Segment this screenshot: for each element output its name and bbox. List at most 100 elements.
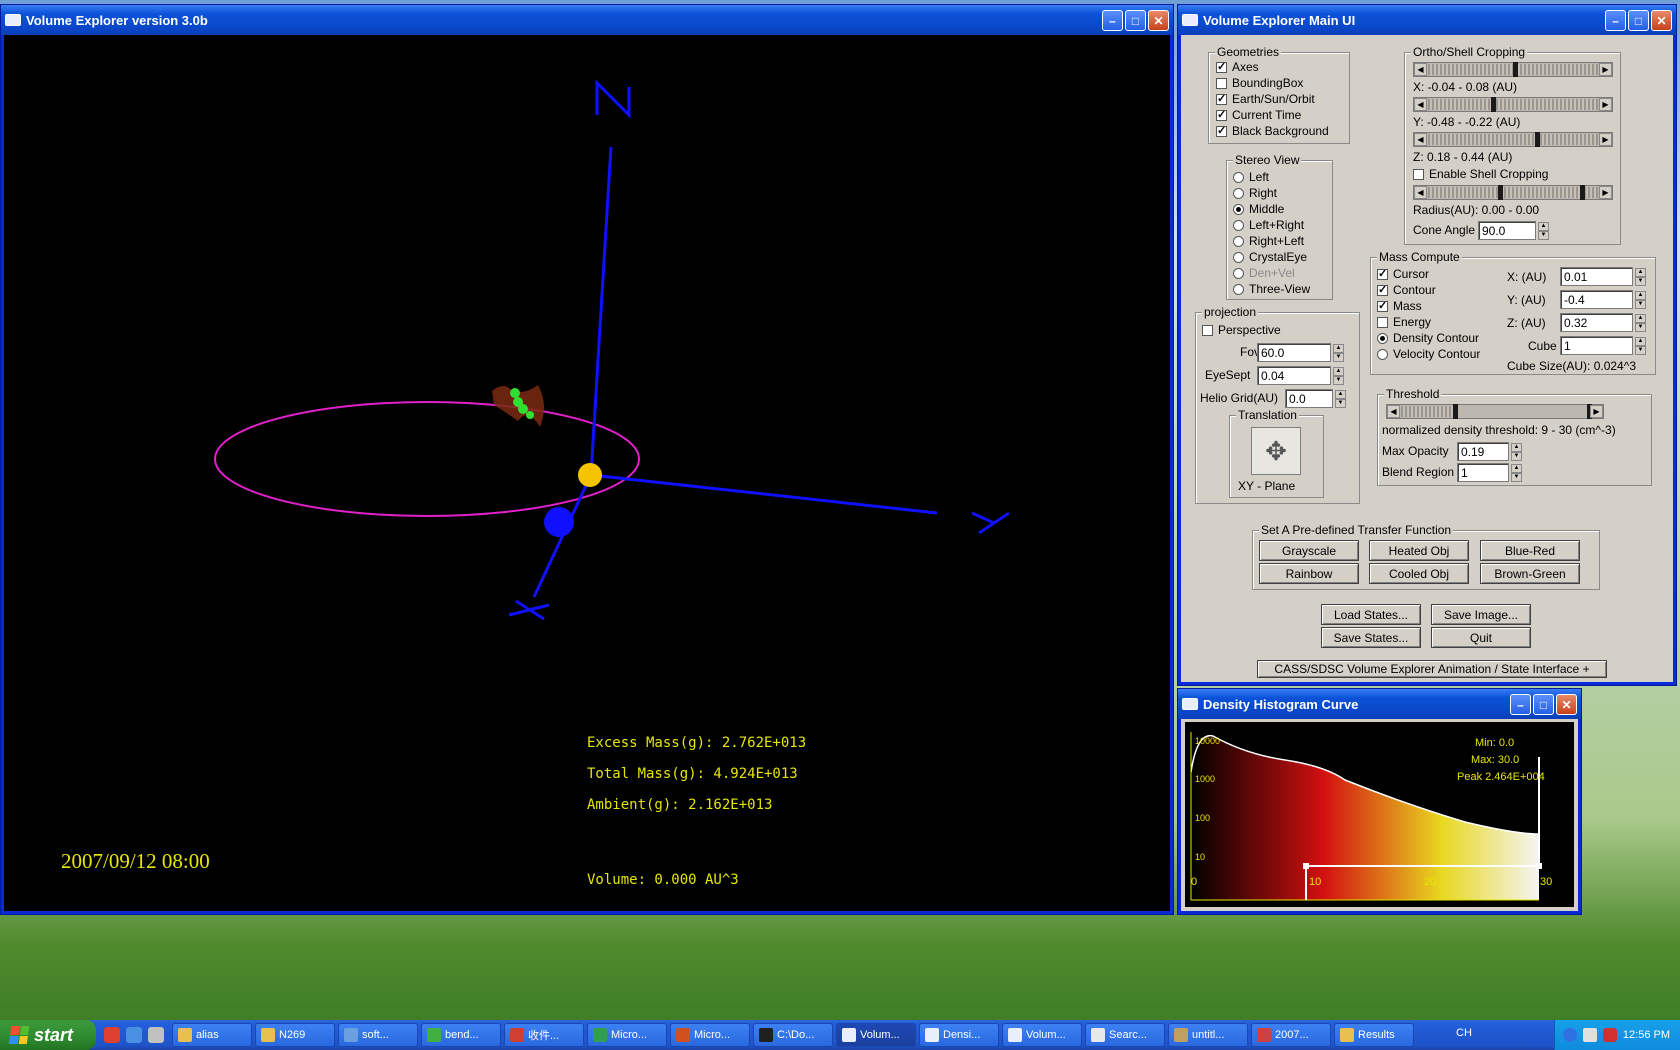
maximize-button[interactable]: □ (1628, 10, 1649, 31)
slider-knob[interactable] (1513, 62, 1518, 77)
arrow-right-icon[interactable]: ▶ (1599, 98, 1612, 111)
density-contour-radio[interactable]: Density Contour (1377, 331, 1479, 345)
velocity-contour-radio[interactable]: Velocity Contour (1377, 347, 1480, 361)
viewer-titlebar[interactable]: Volume Explorer version 3.0b – □ ✕ (1, 5, 1173, 35)
task-button[interactable]: soft... (338, 1023, 418, 1047)
cone-angle-spinner[interactable]: ▲ ▼ (1538, 222, 1549, 240)
security-shield-icon[interactable] (1602, 1028, 1617, 1042)
geom-boundingbox-checkbox[interactable]: BoundingBox (1216, 76, 1303, 90)
radius-slider[interactable]: ◀ ▶ (1413, 185, 1613, 200)
task-button[interactable]: C:\Do... (753, 1023, 833, 1047)
arrow-right-icon[interactable]: ▶ (1599, 133, 1612, 146)
translation-pad[interactable]: ✥ (1251, 427, 1301, 475)
ie-icon[interactable] (126, 1027, 142, 1043)
minimize-button[interactable]: – (1510, 694, 1531, 715)
cooled-obj-button[interactable]: Cooled Obj (1369, 563, 1469, 584)
geom-earth-sun-orbit-checkbox[interactable]: Earth/Sun/Orbit (1216, 92, 1315, 106)
arrow-left-icon[interactable]: ◀ (1387, 405, 1400, 418)
clock[interactable]: 12:56 PM (1623, 1029, 1670, 1041)
helio-grid-spinner[interactable]: ▲ ▼ (1335, 390, 1346, 408)
slider-knob[interactable] (1491, 97, 1496, 112)
close-button[interactable]: ✕ (1148, 10, 1169, 31)
max-opacity-input[interactable] (1457, 442, 1509, 461)
z-crop-slider[interactable]: ◀ ▶ (1413, 132, 1613, 147)
brown-green-button[interactable]: Brown-Green (1480, 563, 1580, 584)
mass-y-spinner[interactable]: ▲ ▼ (1635, 291, 1646, 309)
cube-input[interactable] (1560, 336, 1633, 355)
close-button[interactable]: ✕ (1651, 10, 1672, 31)
blue-red-button[interactable]: Blue-Red (1480, 540, 1580, 561)
stereo-three-view-radio[interactable]: Three-View (1233, 282, 1310, 296)
stereo-right-left-radio[interactable]: Right+Left (1233, 234, 1304, 248)
mass-z-spinner[interactable]: ▲ ▼ (1635, 314, 1646, 332)
helio-grid-input[interactable] (1285, 389, 1333, 408)
fov-spinner[interactable]: ▲ ▼ (1333, 344, 1344, 362)
geom-current-time-checkbox[interactable]: Current Time (1216, 108, 1301, 122)
task-button[interactable]: 收件... (504, 1023, 584, 1047)
network-icon[interactable] (1562, 1028, 1577, 1042)
language-indicator[interactable]: CH (1456, 1027, 1472, 1039)
eyesept-spinner[interactable]: ▲ ▼ (1333, 367, 1344, 385)
arrow-right-icon[interactable]: ▶ (1590, 405, 1603, 418)
mass-mass-checkbox[interactable]: Mass (1377, 299, 1422, 313)
stereo-right-radio[interactable]: Right (1233, 186, 1277, 200)
task-button[interactable]: Micro... (587, 1023, 667, 1047)
y-crop-slider[interactable]: ◀ ▶ (1413, 97, 1613, 112)
blend-region-input[interactable] (1457, 463, 1509, 482)
render-canvas[interactable]: Excess Mass(g): 2.762E+013 Total Mass(g)… (4, 35, 1170, 911)
cube-spinner[interactable]: ▲ ▼ (1635, 337, 1646, 355)
threshold-slider[interactable]: ◀ ▶ (1386, 404, 1604, 419)
task-button[interactable]: Densi... (919, 1023, 999, 1047)
task-button[interactable]: bend... (421, 1023, 501, 1047)
task-button[interactable]: N269 (255, 1023, 335, 1047)
stereo-left-radio[interactable]: Left (1233, 170, 1269, 184)
task-button[interactable]: untitl... (1168, 1023, 1248, 1047)
mass-x-spinner[interactable]: ▲ ▼ (1635, 268, 1646, 286)
grayscale-button[interactable]: Grayscale (1259, 540, 1359, 561)
perspective-checkbox[interactable]: Perspective (1202, 323, 1281, 337)
cone-angle-input[interactable] (1478, 221, 1536, 240)
maximize-button[interactable]: □ (1533, 694, 1554, 715)
arrow-right-icon[interactable]: ▶ (1599, 63, 1612, 76)
usb-icon[interactable] (148, 1027, 164, 1043)
task-button[interactable]: Searc... (1085, 1023, 1165, 1047)
start-button[interactable]: start (0, 1020, 96, 1050)
close-button[interactable]: ✕ (1556, 694, 1577, 715)
max-opacity-spinner[interactable]: ▲ ▼ (1511, 443, 1522, 461)
blend-region-spinner[interactable]: ▲ ▼ (1511, 464, 1522, 482)
mass-contour-checkbox[interactable]: Contour (1377, 283, 1436, 297)
slider-knob[interactable] (1498, 185, 1503, 200)
minimize-button[interactable]: – (1605, 10, 1626, 31)
eyesept-input[interactable] (1257, 366, 1331, 385)
slider-knob[interactable] (1453, 404, 1458, 419)
geom-axes-checkbox[interactable]: Axes (1216, 60, 1259, 74)
arrow-right-icon[interactable]: ▶ (1599, 186, 1612, 199)
chrome-icon[interactable] (104, 1027, 120, 1043)
task-button[interactable]: alias (172, 1023, 252, 1047)
arrow-left-icon[interactable]: ◀ (1414, 133, 1427, 146)
stereo-left-right-radio[interactable]: Left+Right (1233, 218, 1304, 232)
minimize-button[interactable]: – (1102, 10, 1123, 31)
mass-cursor-checkbox[interactable]: Cursor (1377, 267, 1429, 281)
task-button[interactable]: Volum... (836, 1023, 916, 1047)
mass-x-input[interactable] (1560, 267, 1633, 286)
arrow-left-icon[interactable]: ◀ (1414, 186, 1427, 199)
slider-knob[interactable] (1535, 132, 1540, 147)
mass-z-input[interactable] (1560, 313, 1633, 332)
slider-knob[interactable] (1580, 185, 1585, 200)
volume-icon[interactable] (1582, 1028, 1597, 1042)
geom-black-background-checkbox[interactable]: Black Background (1216, 124, 1329, 138)
save-image-button[interactable]: Save Image... (1431, 604, 1531, 625)
heated-obj-button[interactable]: Heated Obj (1369, 540, 1469, 561)
maximize-button[interactable]: □ (1125, 10, 1146, 31)
task-button[interactable]: 2007... (1251, 1023, 1331, 1047)
quit-button[interactable]: Quit (1431, 627, 1531, 648)
task-button[interactable]: Micro... (670, 1023, 750, 1047)
rainbow-button[interactable]: Rainbow (1259, 563, 1359, 584)
x-crop-slider[interactable]: ◀ ▶ (1413, 62, 1613, 77)
stereo-middle-radio[interactable]: Middle (1233, 202, 1284, 216)
enable-shell-cropping-checkbox[interactable]: Enable Shell Cropping (1413, 167, 1548, 181)
load-states-button[interactable]: Load States... (1321, 604, 1421, 625)
main-ui-titlebar[interactable]: Volume Explorer Main UI – □ ✕ (1178, 5, 1676, 35)
arrow-left-icon[interactable]: ◀ (1414, 98, 1427, 111)
